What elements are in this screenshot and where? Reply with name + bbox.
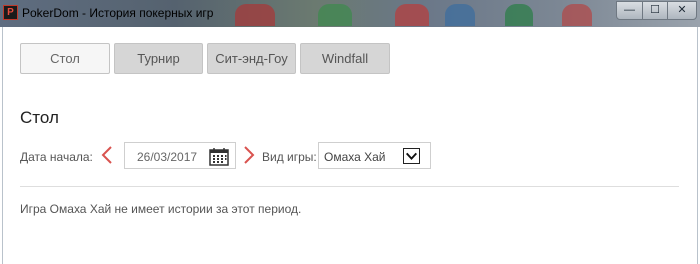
tab-tournament[interactable]: Турнир [114,43,203,74]
section-title: Стол [20,108,59,127]
game-type-label: Вид игры: [262,150,317,164]
pokerdom-logo-icon: P [3,5,18,20]
empty-history-message: Игра Омаха Хай не имеет истории за этот … [20,202,302,216]
chevron-left-icon[interactable] [100,145,114,165]
tab-windfall[interactable]: Windfall [300,43,390,74]
desktop-background-shape [318,4,352,26]
tab-sit-and-go[interactable]: Сит-энд-Гоу [207,43,296,74]
divider [20,186,679,187]
calendar-icon[interactable] [209,147,229,166]
window-title: PokerDom - История покерных игр [22,6,214,20]
maximize-button[interactable]: ☐ [642,1,668,20]
close-button[interactable]: ✕ [667,1,697,20]
chevron-right-icon[interactable] [242,145,256,165]
game-type-select[interactable]: Омаха Хай [318,142,431,169]
desktop-background-shape [235,4,275,26]
start-date-label: Дата начала: [20,150,93,164]
tab-table[interactable]: Стол [20,43,110,74]
title-bar[interactable]: P PokerDom - История покерных игр — ☐ ✕ [0,0,700,27]
desktop-background-shape [395,4,429,26]
desktop-background-shape [445,4,475,26]
start-date-field[interactable]: 26/03/2017 [124,142,236,169]
chevron-down-icon[interactable] [403,148,420,164]
desktop-background-shape [562,4,592,26]
start-date-value: 26/03/2017 [137,150,198,164]
minimize-button[interactable]: — [616,1,643,20]
poker-history-window: P PokerDom - История покерных игр — ☐ ✕ … [0,0,700,264]
desktop-background-shape [505,4,533,26]
game-type-value: Омаха Хай [324,150,386,164]
